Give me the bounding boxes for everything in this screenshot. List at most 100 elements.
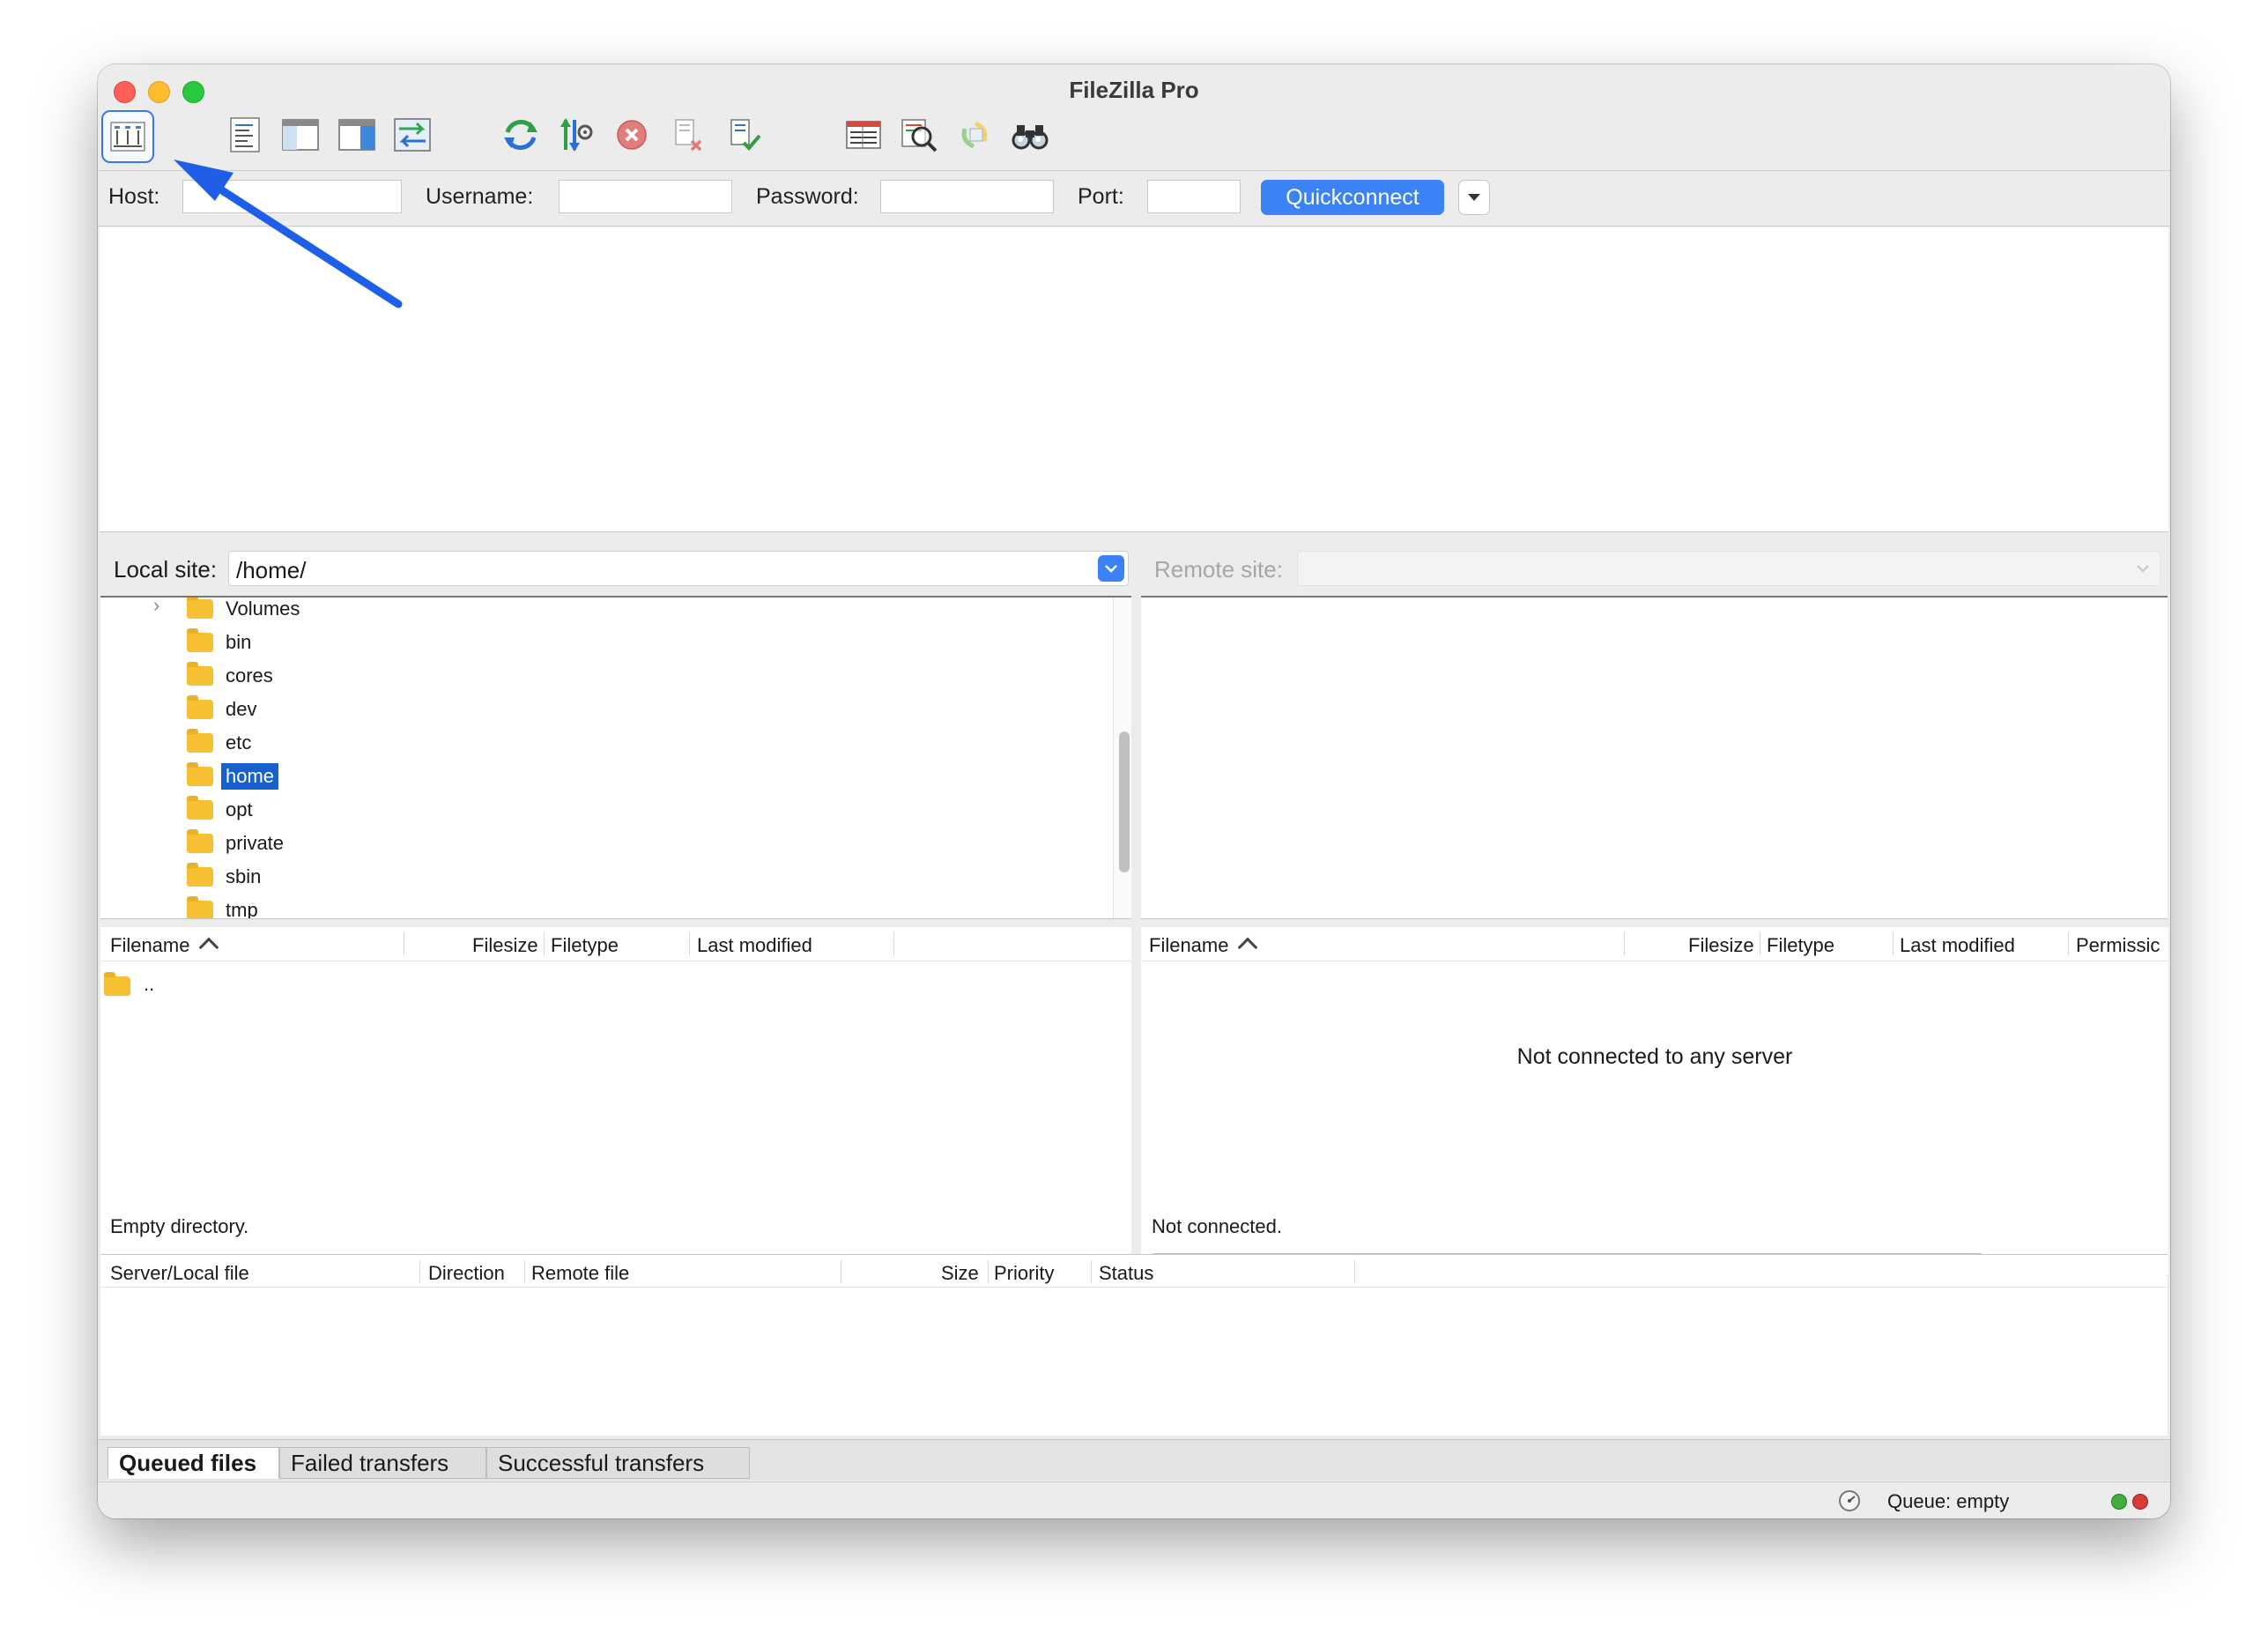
password-field[interactable] [880, 180, 1054, 213]
remote-tree-toggle-button[interactable] [332, 110, 382, 160]
receive-indicator-icon [2111, 1494, 2127, 1510]
parent-directory-row[interactable]: .. [104, 971, 280, 998]
remote-site-path-combo[interactable] [1297, 551, 2161, 586]
toggle-directory-comparison-button[interactable] [894, 110, 944, 160]
tree-item-opt[interactable]: opt [100, 793, 1096, 825]
folder-icon [187, 628, 213, 652]
remote-col-filetype[interactable]: Filetype [1767, 934, 1834, 957]
tree-item-volumes[interactable]: › Volumes [100, 598, 1096, 624]
tab-successful-transfers[interactable]: Successful transfers [486, 1447, 750, 1479]
quickconnect-button[interactable]: Quickconnect [1261, 180, 1444, 215]
transfer-queue-toggle-icon [394, 118, 431, 152]
remote-directory-tree[interactable] [1141, 596, 2168, 919]
reconnect-button[interactable] [718, 110, 767, 160]
remote-tree-toggle-icon [338, 119, 375, 151]
process-queue-button[interactable] [552, 110, 601, 160]
disconnect-button[interactable] [663, 110, 712, 160]
chevron-right-icon[interactable]: › [153, 598, 159, 617]
quickconnect-history-dropdown[interactable] [1458, 180, 1490, 215]
directory-listing-filters-button[interactable] [839, 110, 888, 160]
tree-item-etc[interactable]: etc [100, 726, 1096, 758]
refresh-icon [504, 120, 537, 150]
folder-icon [187, 662, 213, 686]
transfer-queue-header: Server/Local file Direction Remote file … [100, 1255, 2168, 1288]
window-title: FileZilla Pro [1069, 77, 1199, 103]
host-label: Host: [108, 184, 160, 209]
local-col-last-modified[interactable]: Last modified [697, 934, 812, 957]
tree-item-label: private [226, 832, 285, 854]
tree-item-label: tmp [226, 899, 258, 919]
local-site-dropdown-button[interactable] [1098, 555, 1124, 582]
local-tree-toggle-button[interactable] [276, 110, 325, 160]
tree-item-tmp[interactable]: tmp [100, 894, 1096, 919]
folder-icon [104, 972, 130, 996]
port-label: Port: [1078, 184, 1124, 209]
remote-status-text: Not connected. [1152, 1215, 1282, 1237]
tab-failed-transfers[interactable]: Failed transfers [279, 1447, 486, 1479]
cancel-operation-button[interactable] [607, 110, 656, 160]
tree-item-dev[interactable]: dev [100, 693, 1096, 724]
not-connected-message: Not connected to any server [1516, 1044, 1793, 1069]
host-field[interactable] [182, 180, 402, 213]
search-remote-files-icon [1012, 125, 1049, 150]
port-field[interactable] [1147, 180, 1241, 213]
folder-icon [187, 762, 213, 786]
local-site-label: Local site: [114, 556, 218, 583]
username-label: Username: [426, 184, 534, 209]
message-log-toggle-icon [230, 117, 260, 152]
message-log-toggle-button[interactable] [220, 110, 270, 160]
queue-col-status[interactable]: Status [1099, 1262, 1153, 1285]
local-tree-toggle-icon [282, 119, 319, 151]
queue-col-server-local-file[interactable]: Server/Local file [110, 1262, 249, 1285]
toggle-directory-comparison-icon [901, 119, 938, 152]
remote-col-filename-label: Filename [1149, 934, 1229, 956]
local-tree-scrollbar-thumb[interactable] [1119, 731, 1130, 872]
local-file-list-header: Filename Filesize Filetype Last modified [100, 927, 1131, 961]
username-field[interactable] [559, 180, 732, 213]
queue-col-size[interactable]: Size [941, 1262, 979, 1285]
transfer-queue-pane[interactable]: Server/Local file Direction Remote file … [100, 1254, 2168, 1436]
synchronized-browsing-button[interactable] [950, 110, 999, 160]
local-tree-scrollbar[interactable] [1113, 598, 1131, 918]
speed-limit-icon[interactable] [1838, 1489, 1861, 1512]
remote-site-bar: Remote site: [1141, 542, 2168, 595]
local-site-path-combo[interactable]: /home/ [228, 551, 1129, 586]
folder-icon [187, 796, 213, 820]
title-bar: FileZilla Pro [98, 64, 2170, 171]
local-directory-tree[interactable]: › Volumes bin cores dev etc home opt private sbin… [100, 596, 1131, 919]
cancel-operation-icon [617, 120, 647, 150]
tree-item-private[interactable]: private [100, 827, 1096, 858]
queue-col-priority[interactable]: Priority [994, 1262, 1054, 1285]
local-col-filename[interactable]: Filename [110, 934, 219, 958]
folder-icon [187, 896, 213, 918]
tree-item-cores[interactable]: cores [100, 659, 1096, 691]
local-site-path: /home/ [236, 557, 307, 583]
remote-site-dropdown-button[interactable] [2130, 555, 2156, 582]
remote-col-last-modified[interactable]: Last modified [1900, 934, 2015, 957]
remote-file-list[interactable]: Filename Filesize Filetype Last modified… [1141, 927, 2168, 1276]
reconnect-icon [730, 119, 761, 151]
transfer-queue-toggle-button[interactable] [388, 110, 437, 160]
search-remote-files-button[interactable] [1005, 110, 1055, 160]
tab-queued-files[interactable]: Queued files [107, 1447, 279, 1479]
message-log-pane[interactable] [100, 227, 2168, 532]
local-file-list[interactable]: Filename Filesize Filetype Last modified… [100, 927, 1131, 1276]
tree-item-bin[interactable]: bin [100, 626, 1096, 657]
local-col-filetype[interactable]: Filetype [551, 934, 619, 957]
tree-item-sbin[interactable]: sbin [100, 860, 1096, 892]
refresh-button[interactable] [496, 110, 545, 160]
folder-icon [187, 863, 213, 887]
site-manager-button[interactable] [101, 110, 154, 163]
local-col-filesize[interactable]: Filesize [472, 934, 538, 957]
sort-ascending-icon [199, 937, 219, 958]
tree-item-home[interactable]: home [100, 760, 1096, 791]
chevron-down-icon [1105, 565, 1117, 573]
remote-col-filesize[interactable]: Filesize [1688, 934, 1754, 957]
directory-listing-filters-icon [846, 121, 881, 149]
remote-col-filename[interactable]: Filename [1149, 934, 1258, 958]
folder-icon [187, 695, 213, 719]
queue-col-direction[interactable]: Direction [428, 1262, 505, 1285]
queue-col-remote-file[interactable]: Remote file [531, 1262, 629, 1285]
remote-col-permissions[interactable]: Permissic [2076, 934, 2168, 957]
local-status-text: Empty directory. [110, 1215, 249, 1237]
